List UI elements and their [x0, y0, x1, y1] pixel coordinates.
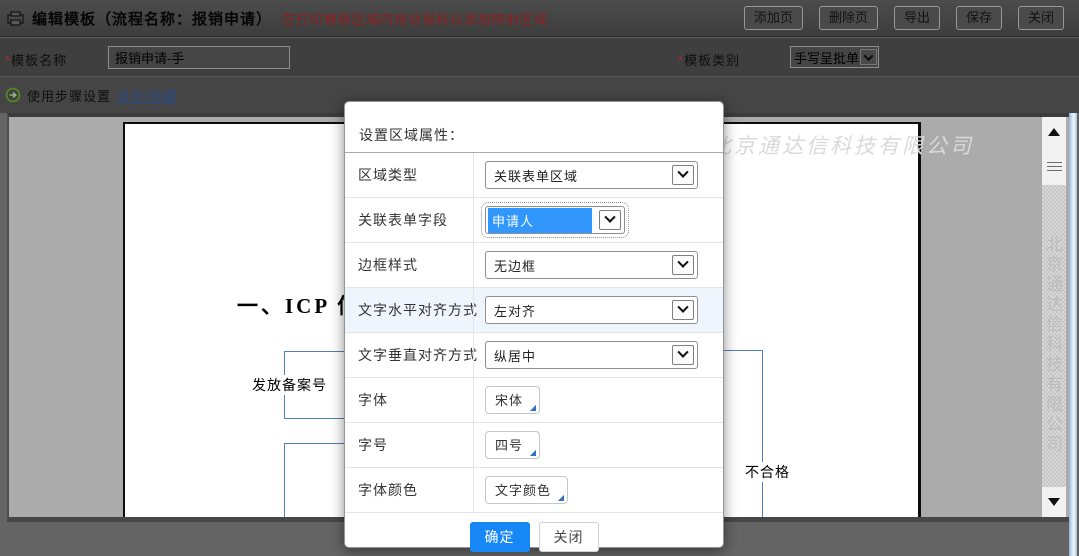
row-label: 边框样式 — [345, 255, 473, 275]
drag-hint-text: 在打印模板区域内拖动鼠标以添加映射区域 — [282, 9, 548, 28]
chevron-down-icon — [672, 165, 694, 185]
region-label: 发放备案号 — [250, 375, 329, 395]
select-value-highlighted: 申请人 — [488, 208, 592, 233]
region-label: 不合格 — [743, 462, 792, 482]
delete-page-button[interactable]: 删除页 — [819, 6, 878, 30]
toolbar: 编辑模板（流程名称：报销申请） 在打印模板区域内拖动鼠标以添加映射区域 添加页 … — [0, 0, 1079, 37]
font-family-button[interactable]: 宋体 — [485, 386, 540, 414]
horizontal-align-select[interactable]: 左对齐 — [485, 296, 698, 324]
template-meta-row: *模板名称 *模板类别 手写呈批单 — [0, 37, 1079, 76]
app-window: 编辑模板（流程名称：报销申请） 在打印模板区域内拖动鼠标以添加映射区域 添加页 … — [0, 0, 1079, 556]
step-arrow-icon — [5, 87, 21, 103]
select-value: 左对齐 — [494, 301, 536, 320]
chevron-down-icon — [672, 300, 694, 320]
row-label: 文字垂直对齐方式 — [345, 345, 473, 365]
row-label: 文字水平对齐方式 — [345, 300, 473, 320]
select-value: 无边框 — [494, 256, 536, 275]
font-color-button[interactable]: 文字颜色 — [485, 476, 568, 504]
scroll-up-button[interactable] — [1042, 117, 1066, 147]
show-hide-link[interactable]: 显示/隐藏 — [117, 86, 178, 105]
confirm-button[interactable]: 确定 — [470, 522, 530, 552]
row-horizontal-align: 文字水平对齐方式 左对齐 — [345, 288, 723, 333]
step-settings-label: 使用步骤设置 — [27, 86, 111, 105]
dialog-footer: 确定 关闭 — [345, 513, 723, 552]
chevron-down-icon — [860, 49, 877, 65]
vertical-align-select[interactable]: 纵居中 — [485, 341, 698, 369]
document-heading: 一、ICP 信 — [237, 290, 361, 320]
export-button[interactable]: 导出 — [894, 6, 940, 30]
row-vertical-align: 文字垂直对齐方式 纵居中 — [345, 333, 723, 378]
toolbar-buttons: 添加页 删除页 导出 保存 关闭 — [744, 6, 1079, 30]
template-type-label: *模板类别 — [678, 50, 740, 69]
border-style-select[interactable]: 无边框 — [485, 251, 698, 279]
scroll-down-button[interactable] — [1042, 487, 1066, 517]
template-type-select[interactable]: 手写呈批单 — [790, 46, 879, 68]
window-edge-strip — [1069, 113, 1077, 556]
row-label: 字体 — [345, 390, 473, 410]
row-label: 字号 — [345, 435, 473, 455]
print-template-icon — [7, 11, 24, 26]
template-name-input[interactable] — [108, 46, 290, 69]
row-label: 区域类型 — [345, 165, 473, 185]
dialog-title: 设置区域属性： — [345, 102, 723, 153]
template-name-label: *模板名称 — [5, 50, 67, 69]
watermark-horizontal: 北京通达信科技有限公司 — [710, 130, 974, 160]
grip-icon — [1047, 162, 1062, 171]
linked-field-select[interactable]: 申请人 — [485, 206, 625, 234]
row-region-type: 区域类型 关联表单区域 — [345, 153, 723, 198]
row-linked-field: 关联表单字段 申请人 — [345, 198, 723, 243]
font-size-button[interactable]: 四号 — [485, 431, 540, 459]
row-font-color: 字体颜色 文字颜色 — [345, 468, 723, 513]
arrow-up-icon — [1048, 128, 1060, 136]
add-page-button[interactable]: 添加页 — [744, 6, 803, 30]
dialog-close-button[interactable]: 关闭 — [539, 522, 599, 552]
row-label: 关联表单字段 — [345, 210, 473, 230]
row-label: 字体颜色 — [345, 480, 473, 500]
region-properties-dialog: 设置区域属性： 区域类型 关联表单区域 关联表单字段 申请人 — [344, 101, 724, 548]
chevron-down-icon — [599, 210, 621, 230]
select-value: 关联表单区域 — [494, 166, 578, 185]
save-button[interactable]: 保存 — [956, 6, 1002, 30]
dialog-rows: 区域类型 关联表单区域 关联表单字段 申请人 边 — [345, 153, 723, 513]
row-font-size: 字号 四号 — [345, 423, 723, 468]
region-type-select[interactable]: 关联表单区域 — [485, 161, 698, 189]
chevron-down-icon — [672, 345, 694, 365]
chevron-down-icon — [672, 255, 694, 275]
close-window-button[interactable]: 关闭 — [1018, 6, 1064, 30]
watermark-vertical: 北京通达信科技有限公司 — [1040, 235, 1065, 455]
scrollbar-thumb[interactable] — [1042, 147, 1066, 185]
row-border-style: 边框样式 无边框 — [345, 243, 723, 288]
template-type-value: 手写呈批单 — [791, 48, 860, 67]
page-title: 编辑模板（流程名称：报销申请） — [32, 8, 272, 29]
select-value: 纵居中 — [494, 346, 536, 365]
arrow-down-icon — [1048, 498, 1060, 506]
row-font-family: 字体 宋体 — [345, 378, 723, 423]
